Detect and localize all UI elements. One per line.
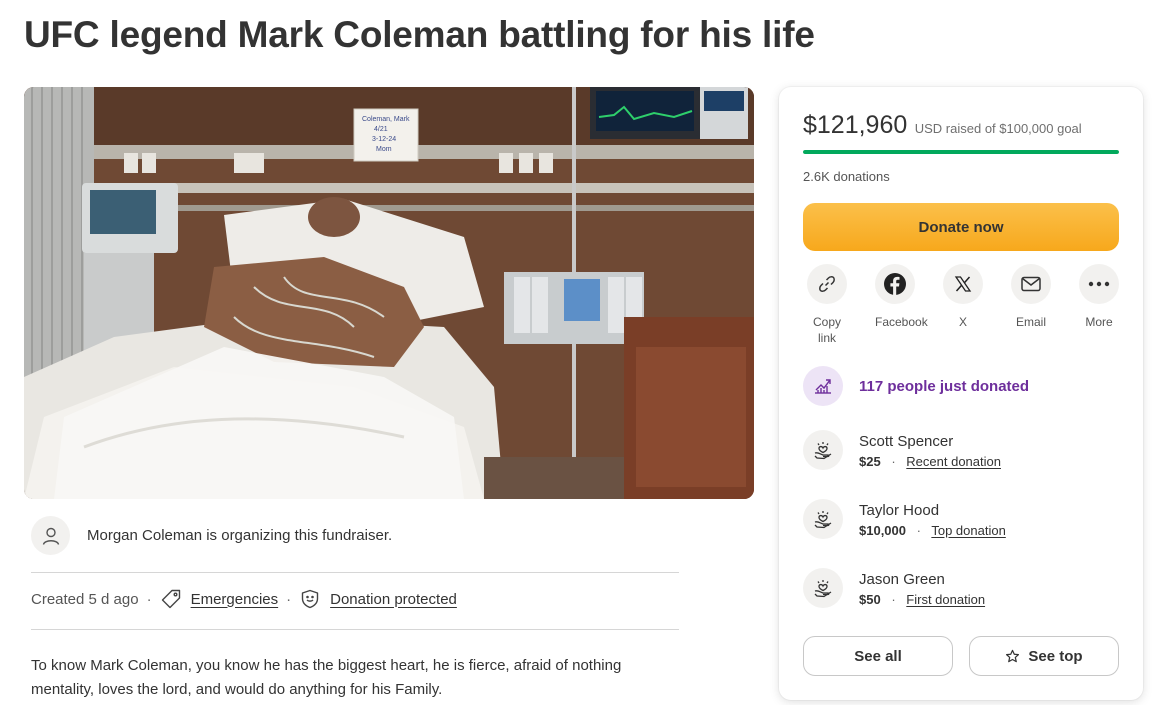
organizer-row: Morgan Coleman is organizing this fundra… bbox=[31, 516, 392, 555]
separator: · bbox=[146, 590, 152, 608]
facebook-share-button[interactable]: Facebook bbox=[861, 264, 929, 346]
story-text: To know Mark Coleman, you know he has th… bbox=[31, 657, 622, 698]
recent-activity: 117 people just donated bbox=[803, 366, 1029, 406]
separator: · bbox=[916, 522, 921, 538]
facebook-icon bbox=[875, 264, 915, 304]
trending-up-icon bbox=[803, 366, 843, 406]
x-share-button[interactable]: X bbox=[929, 264, 997, 346]
donor-item: Scott Spencer $25 · Recent donation bbox=[803, 430, 1001, 470]
share-label: Facebook bbox=[875, 315, 928, 329]
donor-item: Taylor Hood $10,000 · Top donation bbox=[803, 499, 1006, 539]
heart-hand-icon bbox=[803, 568, 843, 608]
whiteboard-line: Coleman, Mark bbox=[362, 116, 410, 123]
whiteboard-line: 3-12-24 bbox=[372, 136, 396, 143]
donor-name: Jason Green bbox=[859, 570, 945, 588]
donor-amount: $50 bbox=[859, 591, 881, 607]
see-top-label: See top bbox=[1028, 647, 1083, 665]
donor-name: Scott Spencer bbox=[859, 432, 954, 450]
email-share-button[interactable]: Email bbox=[997, 264, 1065, 346]
divider bbox=[31, 572, 679, 573]
donation-protected-link[interactable]: Donation protected bbox=[330, 591, 457, 608]
category-link[interactable]: Emergencies bbox=[191, 591, 279, 608]
shield-icon bbox=[299, 588, 321, 610]
see-top-button[interactable]: See top bbox=[969, 636, 1119, 676]
hospital-scene: Coleman, Mark 4/21 3-12-24 Mom bbox=[24, 87, 754, 499]
whiteboard-line: Mom bbox=[376, 146, 392, 153]
share-label: Copy link bbox=[812, 315, 841, 345]
more-icon bbox=[1079, 264, 1119, 304]
amount-raised: $121,960 USD raised of $100,000 goal bbox=[803, 111, 1082, 140]
progress-bar bbox=[803, 150, 1119, 154]
hero-photo[interactable]: Coleman, Mark 4/21 3-12-24 Mom bbox=[24, 87, 754, 499]
email-icon bbox=[1011, 264, 1051, 304]
separator: · bbox=[891, 453, 896, 469]
heart-hand-icon bbox=[803, 499, 843, 539]
fundraiser-meta: Created 5 d ago · Emergencies · Donation… bbox=[31, 588, 457, 610]
heart-hand-icon bbox=[803, 430, 843, 470]
donor-name: Taylor Hood bbox=[859, 501, 940, 519]
tag-icon bbox=[160, 588, 182, 610]
share-row: Copy link Facebook X Email More bbox=[793, 264, 1133, 346]
organizer-text: Morgan Coleman is organizing this fundra… bbox=[87, 527, 393, 544]
page-title: UFC legend Mark Coleman battling for his… bbox=[24, 14, 815, 55]
donations-count: 2.6K donations bbox=[803, 169, 890, 184]
share-label: Email bbox=[1015, 315, 1046, 329]
more-share-button[interactable]: More bbox=[1065, 264, 1133, 346]
separator: · bbox=[286, 590, 292, 608]
divider bbox=[31, 629, 679, 630]
donor-amount: $10,000 bbox=[859, 522, 906, 538]
x-icon bbox=[943, 264, 983, 304]
see-all-button[interactable]: See all bbox=[803, 636, 953, 676]
top-donation-link[interactable]: Top donation bbox=[931, 523, 1005, 538]
created-time: Created 5 d ago bbox=[31, 590, 139, 608]
donation-card: $121,960 USD raised of $100,000 goal 2.6… bbox=[779, 87, 1143, 700]
star-icon bbox=[1005, 649, 1020, 664]
first-donation-link[interactable]: First donation bbox=[906, 592, 985, 607]
progress-fill bbox=[803, 150, 1119, 154]
separator: · bbox=[891, 591, 896, 607]
goal-text: USD raised of $100,000 goal bbox=[914, 121, 1082, 136]
share-label: X bbox=[958, 315, 967, 329]
just-donated-text: 117 people just donated bbox=[859, 377, 1030, 395]
person-icon bbox=[31, 516, 70, 555]
copy-link-button[interactable]: Copy link bbox=[793, 264, 861, 346]
donate-now-button[interactable]: Donate now bbox=[803, 203, 1119, 251]
raised-amount: $121,960 bbox=[803, 111, 908, 139]
whiteboard-line: 4/21 bbox=[374, 126, 388, 133]
link-icon bbox=[807, 264, 847, 304]
share-label: More bbox=[1085, 315, 1113, 329]
see-all-label: See all bbox=[854, 647, 902, 665]
donor-amount: $25 bbox=[859, 453, 881, 469]
recent-donation-link[interactable]: Recent donation bbox=[906, 454, 1001, 469]
donor-item: Jason Green $50 · First donation bbox=[803, 568, 985, 608]
